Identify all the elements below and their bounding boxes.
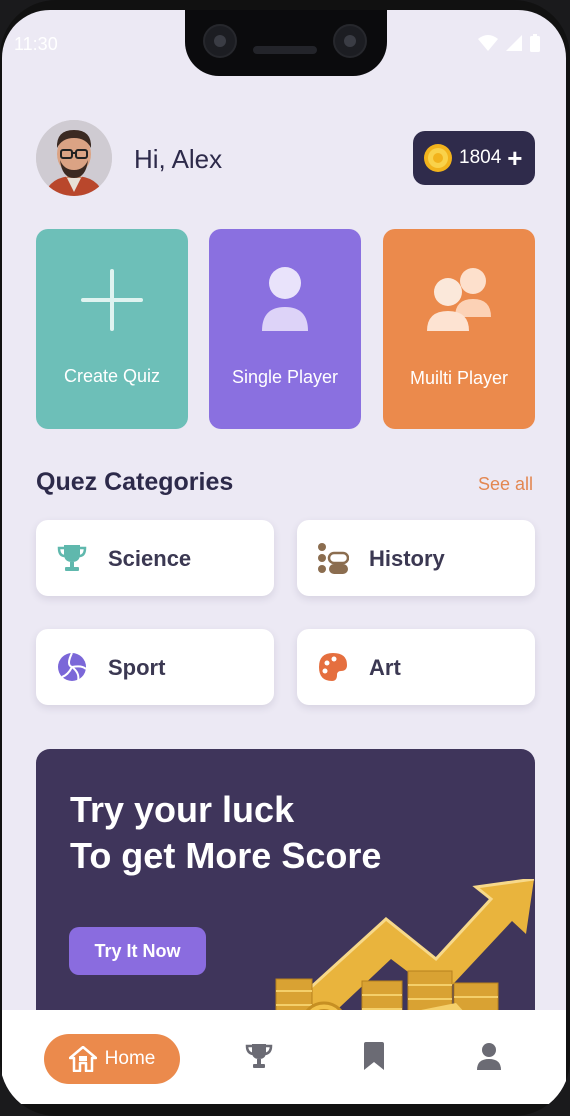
trophy-icon[interactable] xyxy=(245,1042,273,1070)
plus-icon xyxy=(81,269,143,331)
avatar[interactable] xyxy=(36,120,112,196)
see-all-link[interactable]: See all xyxy=(478,474,533,495)
categories-title: Quez Categories xyxy=(36,468,234,496)
multi-player-label: Muilti Player xyxy=(409,368,509,388)
volleyball-icon xyxy=(58,652,87,682)
single-player-icon xyxy=(262,267,308,331)
multi-player-card[interactable]: Muilti Player xyxy=(383,229,535,429)
status-time: 11:30 xyxy=(14,34,58,54)
coin-balance-button[interactable]: 1804 + xyxy=(413,131,535,185)
bookmark-icon[interactable] xyxy=(361,1042,387,1070)
category-art-label: Art xyxy=(369,655,401,680)
camera-notch xyxy=(185,10,387,76)
signal-icon xyxy=(506,35,522,51)
sensor-icon xyxy=(333,24,367,58)
status-icons xyxy=(478,34,540,52)
category-science-label: Science xyxy=(108,546,192,571)
add-coins-icon: + xyxy=(507,143,523,173)
single-player-label: Single Player xyxy=(231,367,339,387)
single-player-card[interactable]: Single Player xyxy=(209,229,361,429)
phone-frame: 11:30 Hi, Alex 1804 + Create Quiz Single… xyxy=(0,0,570,1116)
coin-count: 1804 xyxy=(459,147,502,168)
try-it-now-button[interactable]: Try It Now xyxy=(69,927,206,975)
category-history-label: History xyxy=(369,546,445,571)
create-quiz-card[interactable]: Create Quiz xyxy=(36,229,188,429)
wifi-icon xyxy=(478,35,498,51)
category-art[interactable]: Art xyxy=(297,629,535,705)
create-quiz-label: Create Quiz xyxy=(63,366,161,386)
trophy-icon xyxy=(57,545,87,571)
speaker-grille xyxy=(253,46,317,54)
promo-title-line2: To get More Score xyxy=(70,835,382,876)
timeline-icon xyxy=(318,543,349,574)
battery-icon xyxy=(530,34,540,52)
multi-player-icon xyxy=(427,268,491,331)
promo-banner: Try your luck To get More Score Try It N… xyxy=(36,749,535,1049)
category-sport[interactable]: Sport xyxy=(36,629,274,705)
palette-icon xyxy=(319,653,347,681)
promo-title-line1: Try your luck xyxy=(70,789,295,830)
greeting: Hi, Alex xyxy=(134,144,223,174)
camera-icon xyxy=(203,24,237,58)
profile-icon[interactable] xyxy=(476,1042,502,1070)
category-sport-label: Sport xyxy=(108,655,166,680)
coin-icon xyxy=(424,144,452,172)
bottom-navigation: Home xyxy=(2,1010,566,1104)
nav-home-button[interactable]: Home xyxy=(44,1034,180,1084)
nav-home-label: Home xyxy=(104,1048,156,1069)
app-screen: 11:30 Hi, Alex 1804 + Create Quiz Single… xyxy=(2,10,566,1104)
avatar-illustration xyxy=(36,120,112,196)
category-history[interactable]: History xyxy=(297,520,535,596)
category-science[interactable]: Science xyxy=(36,520,274,596)
home-icon xyxy=(68,1046,97,1072)
